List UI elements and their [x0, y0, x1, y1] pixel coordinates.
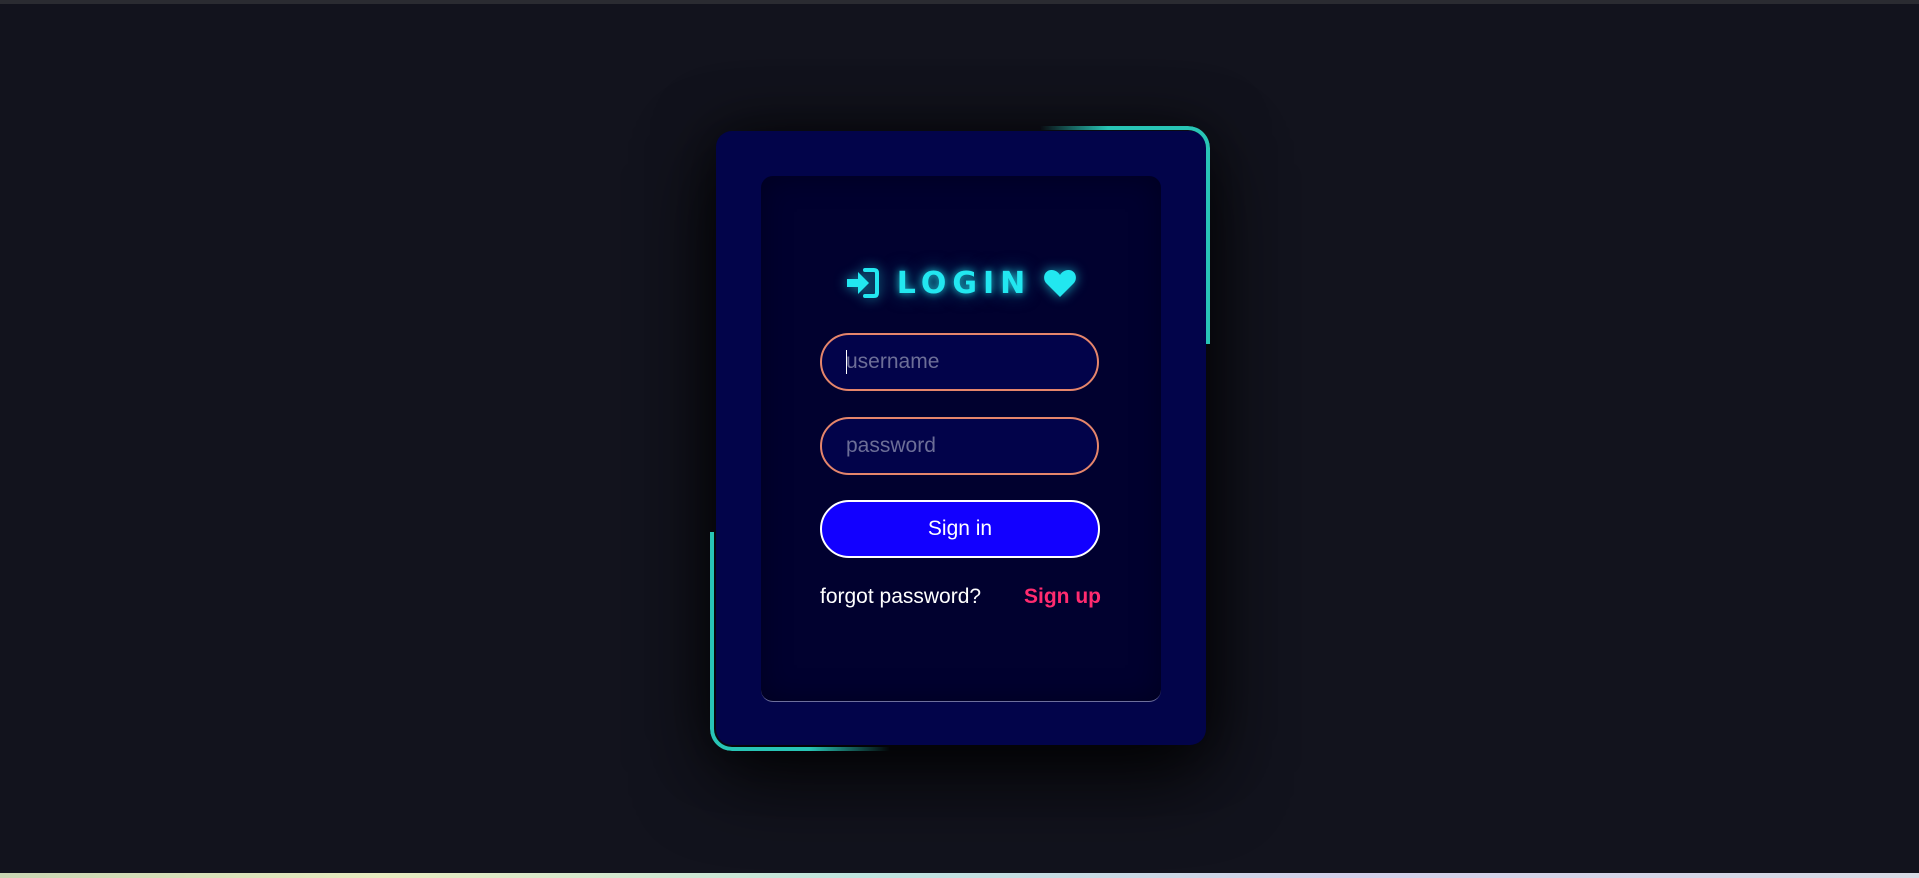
bottom-gradient-strip: [0, 873, 1919, 878]
browser-top-strip: [0, 0, 1919, 4]
forgot-password-link[interactable]: forgot password?: [820, 585, 981, 609]
sign-in-icon: [846, 268, 879, 298]
sign-up-link[interactable]: Sign up: [1024, 585, 1101, 609]
password-input[interactable]: [820, 417, 1099, 475]
login-heading: LOGIN: [761, 258, 1161, 308]
sign-in-button[interactable]: Sign in: [820, 500, 1100, 558]
text-cursor: [846, 350, 847, 374]
username-input[interactable]: [820, 333, 1099, 391]
heart-icon: [1044, 269, 1077, 297]
login-title: LOGIN: [896, 265, 1032, 301]
